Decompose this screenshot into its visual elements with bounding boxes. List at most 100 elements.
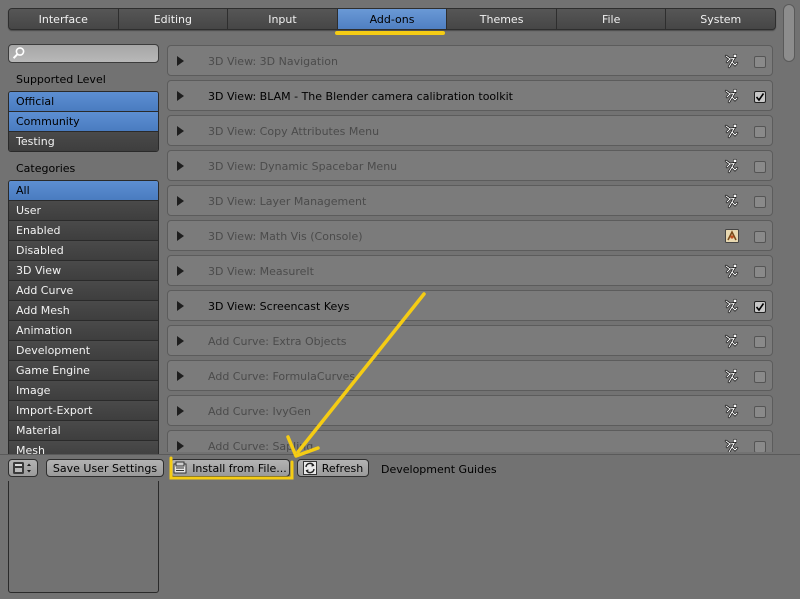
- addon-row[interactable]: 3D View: Dynamic Spacebar Menu: [167, 150, 773, 181]
- addon-row[interactable]: 3D View: Math Vis (Console): [167, 220, 773, 251]
- addons-tab-highlight: [335, 31, 445, 35]
- expand-arrow-icon[interactable]: [177, 406, 184, 416]
- tab-system[interactable]: System: [666, 9, 775, 29]
- category-add-mesh[interactable]: Add Mesh: [9, 301, 158, 321]
- enable-checkbox[interactable]: [754, 56, 766, 68]
- addon-label: Add Curve: FormulaCurves: [208, 370, 356, 383]
- expand-arrow-icon[interactable]: [177, 56, 184, 66]
- enable-checkbox[interactable]: [754, 371, 766, 383]
- install-from-file-button[interactable]: Install from File...: [170, 459, 290, 477]
- category-all[interactable]: All: [9, 181, 158, 201]
- community-icon: [724, 298, 740, 314]
- community-icon: [724, 88, 740, 104]
- vertical-scrollbar[interactable]: [782, 0, 796, 452]
- enable-checkbox[interactable]: [754, 441, 766, 452]
- enable-checkbox[interactable]: [754, 161, 766, 173]
- community-icon: [724, 53, 740, 69]
- expand-arrow-icon[interactable]: [177, 161, 184, 171]
- addon-row[interactable]: 3D View: 3D Navigation: [167, 45, 773, 76]
- search-input[interactable]: [8, 44, 159, 63]
- category-disabled[interactable]: Disabled: [9, 241, 158, 261]
- editor-type-button[interactable]: [8, 459, 38, 477]
- addon-label: 3D View: BLAM - The Blender camera calib…: [208, 90, 513, 103]
- expand-arrow-icon[interactable]: [177, 91, 184, 101]
- expand-arrow-icon[interactable]: [177, 336, 184, 346]
- addon-list: 3D View: 3D Navigation 3D View: BLAM - Th…: [167, 45, 773, 452]
- enable-checkbox[interactable]: [754, 406, 766, 418]
- addon-label: 3D View: Dynamic Spacebar Menu: [208, 160, 398, 173]
- level-testing[interactable]: Testing: [9, 132, 158, 151]
- addon-row[interactable]: 3D View: Copy Attributes Menu: [167, 115, 773, 146]
- addon-label: 3D View: 3D Navigation: [208, 55, 338, 68]
- preferences-tabs: Interface Editing Input Add-ons Themes F…: [8, 8, 776, 30]
- expand-arrow-icon[interactable]: [177, 371, 184, 381]
- tab-input[interactable]: Input: [228, 9, 338, 29]
- expand-arrow-icon[interactable]: [177, 441, 184, 451]
- addon-row[interactable]: 3D View: MeasureIt: [167, 255, 773, 286]
- development-guides-link[interactable]: Development Guides: [381, 463, 497, 476]
- refresh-label: Refresh: [321, 461, 364, 475]
- category-user[interactable]: User: [9, 201, 158, 221]
- expand-arrow-icon[interactable]: [177, 231, 184, 241]
- community-icon: [724, 158, 740, 174]
- category-enabled[interactable]: Enabled: [9, 221, 158, 241]
- addon-row[interactable]: 3D View: Screencast Keys: [167, 290, 773, 321]
- addon-label: Add Curve: Extra Objects: [208, 335, 347, 348]
- search-icon: [12, 47, 25, 59]
- expand-arrow-icon[interactable]: [177, 126, 184, 136]
- enable-checkbox[interactable]: [754, 336, 766, 348]
- addon-row[interactable]: Add Curve: Sapling: [167, 430, 773, 452]
- category-development[interactable]: Development: [9, 341, 158, 361]
- enable-checkbox[interactable]: [754, 91, 766, 103]
- addon-label: Add Curve: IvyGen: [208, 405, 311, 418]
- community-icon: [724, 123, 740, 139]
- refresh-button[interactable]: Refresh: [297, 459, 369, 477]
- enable-checkbox[interactable]: [754, 301, 766, 313]
- level-official[interactable]: Official: [9, 92, 158, 112]
- category-3d-view[interactable]: 3D View: [9, 261, 158, 281]
- preferences-editor-icon: [13, 462, 31, 474]
- refresh-icon: [302, 461, 317, 475]
- category-material[interactable]: Material: [9, 421, 158, 441]
- category-animation[interactable]: Animation: [9, 321, 158, 341]
- expand-arrow-icon[interactable]: [177, 266, 184, 276]
- tab-editing[interactable]: Editing: [118, 9, 229, 29]
- addon-row[interactable]: Add Curve: FormulaCurves: [167, 360, 773, 391]
- tab-interface[interactable]: Interface: [9, 9, 119, 29]
- supported-level-group: Official Community Testing: [8, 91, 159, 152]
- enable-checkbox[interactable]: [754, 126, 766, 138]
- addon-label: 3D View: MeasureIt: [208, 265, 314, 278]
- addon-label: 3D View: Layer Management: [208, 195, 367, 208]
- category-image[interactable]: Image: [9, 381, 158, 401]
- tab-themes[interactable]: Themes: [447, 9, 557, 29]
- category-import-export[interactable]: Import-Export: [9, 401, 158, 421]
- category-add-curve[interactable]: Add Curve: [9, 281, 158, 301]
- level-community[interactable]: Community: [9, 112, 158, 132]
- addon-row[interactable]: 3D View: Layer Management: [167, 185, 773, 216]
- addon-label: Add Curve: Sapling: [208, 440, 314, 452]
- categories-group: All User Enabled Disabled 3D View Add Cu…: [8, 180, 159, 593]
- enable-checkbox[interactable]: [754, 231, 766, 243]
- expand-arrow-icon[interactable]: [177, 301, 184, 311]
- addon-row[interactable]: Add Curve: IvyGen: [167, 395, 773, 426]
- addon-label: 3D View: Copy Attributes Menu: [208, 125, 380, 138]
- categories-label: Categories: [16, 162, 76, 175]
- tab-addons[interactable]: Add-ons: [337, 9, 448, 29]
- addon-label: 3D View: Screencast Keys: [208, 300, 350, 313]
- addon-label: 3D View: Math Vis (Console): [208, 230, 363, 243]
- enable-checkbox[interactable]: [754, 266, 766, 278]
- community-icon: [724, 438, 740, 452]
- footer-bar: Save User Settings Install from File... …: [0, 454, 800, 481]
- save-user-settings-button[interactable]: Save User Settings: [46, 459, 164, 477]
- category-game-engine[interactable]: Game Engine: [9, 361, 158, 381]
- enable-checkbox[interactable]: [754, 196, 766, 208]
- community-icon: [724, 403, 740, 419]
- community-icon: [724, 368, 740, 384]
- expand-arrow-icon[interactable]: [177, 196, 184, 206]
- addon-row[interactable]: 3D View: BLAM - The Blender camera calib…: [167, 80, 773, 111]
- scrollbar-thumb[interactable]: [783, 4, 795, 62]
- addon-row[interactable]: Add Curve: Extra Objects: [167, 325, 773, 356]
- sidebar: Supported Level Official Community Testi…: [8, 44, 159, 599]
- file-icon: [173, 461, 187, 474]
- tab-file[interactable]: File: [556, 9, 667, 29]
